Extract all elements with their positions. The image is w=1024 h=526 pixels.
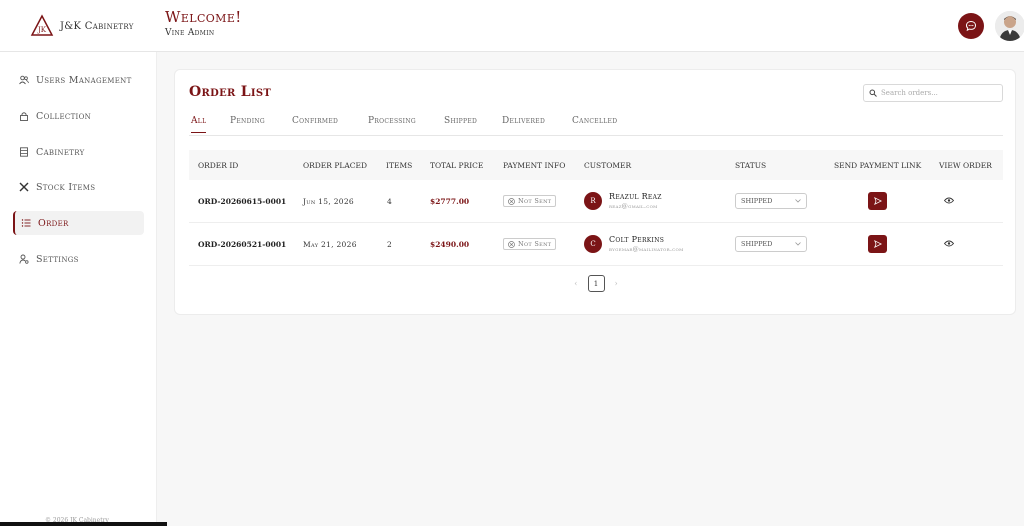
sidebar-item-label: Users Management <box>36 74 132 86</box>
sidebar-item-label: Cabinetry <box>36 146 85 158</box>
order-total: $2490.00 <box>430 239 470 249</box>
column-header: ORDER PLACED <box>303 160 367 170</box>
customer-cell: R Reazul Reaz reaz@gmail.com <box>584 192 662 210</box>
user-role: Vine Admin <box>165 28 215 38</box>
orders-table: ORDER ID ORDER PLACED ITEMS TOTAL PRICE … <box>189 150 1003 266</box>
order-id[interactable]: ORD-20260615-0001 <box>198 197 286 206</box>
customer-name: Colt Perkins <box>609 235 665 244</box>
search-placeholder: Search orders... <box>881 89 938 97</box>
user-avatar[interactable] <box>995 11 1024 41</box>
status-select[interactable]: SHIPPED <box>735 193 807 209</box>
footer-bar <box>0 522 167 526</box>
sidebar-item-order[interactable]: Order <box>13 211 144 235</box>
customer-avatar: R <box>584 192 602 210</box>
send-payment-link-button[interactable] <box>868 192 887 210</box>
order-items: 4 <box>387 196 392 206</box>
payment-status-badge: Not Sent <box>503 195 557 207</box>
tools-icon <box>19 182 29 192</box>
list-icon <box>21 218 31 228</box>
chevron-down-icon <box>795 242 801 246</box>
tab-processing[interactable]: Processing <box>368 116 416 132</box>
svg-text:JK: JK <box>37 26 47 34</box>
send-payment-link-button[interactable] <box>868 235 887 253</box>
x-circle-icon <box>508 240 515 248</box>
sidebar-item-label: Order <box>38 217 69 229</box>
chevron-down-icon <box>795 199 801 203</box>
x-circle-icon <box>508 197 515 205</box>
order-list-card: Order List Search orders... All Pending … <box>174 69 1016 315</box>
cabinet-icon <box>19 147 29 157</box>
order-placed: May 21, 2026 <box>303 239 357 249</box>
chat-button[interactable] <box>958 13 984 39</box>
search-icon <box>869 89 877 97</box>
lock-icon <box>19 111 29 121</box>
user-settings-icon <box>19 254 29 264</box>
customer-cell: C Colt Perkins bygemar@mailinator.com <box>584 235 684 253</box>
view-order-button[interactable] <box>943 197 955 206</box>
brand-logo[interactable]: JK J&K Cabinetry <box>30 14 134 38</box>
payment-status-badge: Not Sent <box>503 238 557 250</box>
pagination: ‹ 1 › <box>175 275 1017 292</box>
order-total: $2777.00 <box>430 196 470 206</box>
search-input[interactable]: Search orders... <box>863 84 1003 102</box>
welcome-block: Welcome! Vine Admin <box>165 8 242 38</box>
sidebar-item-cabinetry[interactable]: Cabinetry <box>13 140 144 164</box>
send-icon <box>873 240 882 248</box>
table-row[interactable]: ORD-20260521-0001 May 21, 2026 2 $2490.0… <box>189 223 1003 266</box>
column-header: TOTAL PRICE <box>430 160 484 170</box>
customer-avatar: C <box>584 235 602 253</box>
order-placed: Jun 15, 2026 <box>303 196 354 206</box>
sidebar-item-label: Settings <box>36 253 79 265</box>
sidebar-item-users-management[interactable]: Users Management <box>13 68 144 92</box>
sidebar-item-settings[interactable]: Settings <box>13 247 144 271</box>
page-title: Welcome! <box>165 8 242 26</box>
logo-icon: JK <box>30 14 54 36</box>
tab-cancelled[interactable]: Cancelled <box>572 116 617 132</box>
tab-all[interactable]: All <box>191 116 207 133</box>
sidebar-item-label: Collection <box>36 110 92 122</box>
status-select[interactable]: SHIPPED <box>735 236 807 252</box>
order-id[interactable]: ORD-20260521-0001 <box>198 240 286 249</box>
customer-email: reaz@gmail.com <box>609 203 658 210</box>
sidebar-item-stock-items[interactable]: Stock Items <box>13 175 144 199</box>
tab-pending[interactable]: Pending <box>230 116 265 132</box>
tab-shipped[interactable]: Shipped <box>444 116 477 132</box>
view-order-button[interactable] <box>943 240 955 249</box>
card-title: Order List <box>189 84 272 100</box>
brand-name: J&K Cabinetry <box>60 20 134 32</box>
page-number[interactable]: 1 <box>587 275 605 292</box>
prev-page-button[interactable]: ‹ <box>574 279 577 288</box>
column-header: PAYMENT INFO <box>503 160 566 170</box>
column-header: ORDER ID <box>198 160 239 170</box>
next-page-button[interactable]: › <box>615 279 618 288</box>
tab-confirmed[interactable]: Confirmed <box>292 116 338 132</box>
users-icon <box>19 75 29 85</box>
table-header: ORDER ID ORDER PLACED ITEMS TOTAL PRICE … <box>189 150 1003 180</box>
customer-name: Reazul Reaz <box>609 192 662 201</box>
table-row[interactable]: ORD-20260615-0001 Jun 15, 2026 4 $2777.0… <box>189 180 1003 223</box>
sidebar: Users Management Collection Cabinetry St… <box>0 52 157 526</box>
column-header: VIEW ORDER <box>939 160 992 170</box>
customer-email: bygemar@mailinator.com <box>609 246 684 253</box>
eye-icon <box>943 240 955 246</box>
eye-icon <box>943 197 955 203</box>
top-bar: JK J&K Cabinetry Welcome! Vine Admin <box>0 0 1024 52</box>
column-header: STATUS <box>735 160 767 170</box>
column-header: SEND PAYMENT LINK <box>834 160 922 170</box>
send-icon <box>873 197 882 205</box>
tab-delivered[interactable]: Delivered <box>502 116 545 132</box>
chat-icon <box>965 20 977 32</box>
sidebar-item-collection[interactable]: Collection <box>13 104 144 128</box>
column-header: CUSTOMER <box>584 160 632 170</box>
order-items: 2 <box>387 239 392 249</box>
status-tabs: All Pending Confirmed Processing Shipped… <box>189 114 1003 136</box>
sidebar-item-label: Stock Items <box>36 181 96 193</box>
column-header: ITEMS <box>386 160 413 170</box>
